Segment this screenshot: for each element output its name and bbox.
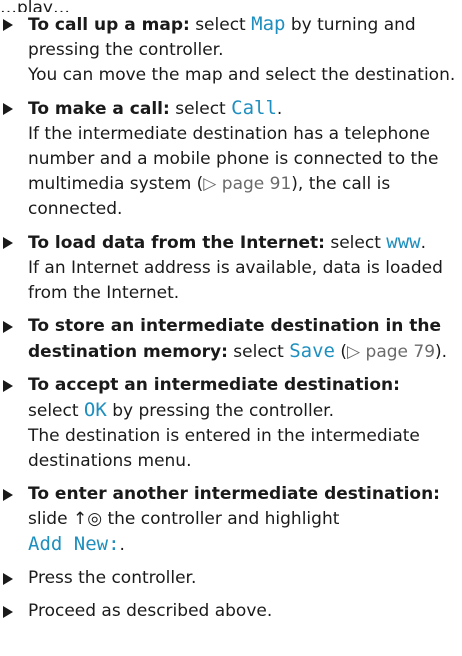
bullet-triangle-icon (3, 606, 13, 618)
list-item-accept-destination: To accept an intermediate destination: s… (0, 373, 462, 474)
instruction-heading: To make a call: (28, 99, 170, 119)
page-reference: ▷ page 91 (203, 174, 292, 194)
bullet-triangle-icon (3, 103, 13, 115)
item-description: The destination is entered in the interm… (28, 426, 420, 471)
bullet-triangle-icon (3, 489, 13, 501)
document-page: …play… To call up a map: select Map by t… (0, 0, 462, 632)
bullet-triangle-icon (3, 573, 13, 585)
item-description: You can move the map and select the dest… (28, 65, 456, 85)
cut-off-line: …play… (0, 0, 70, 12)
list-item-load-internet: To load data from the Internet: select w… (0, 230, 462, 306)
instruction-heading: To call up a map: (28, 15, 190, 35)
list-item-enter-another: To enter another intermediate destinatio… (0, 482, 462, 558)
list-item-store-destination: To store an intermediate destination in … (0, 314, 462, 365)
ui-option-ok: OK (83, 399, 107, 421)
bullet-triangle-icon (3, 19, 13, 31)
ui-option-map: Map (251, 13, 286, 35)
ui-option-www: www (386, 231, 421, 253)
instruction-heading: To accept an intermediate destination: (28, 375, 400, 395)
item-description: If an Internet address is available, dat… (28, 258, 443, 303)
list-item-proceed: Proceed as described above. (0, 599, 462, 624)
controller-slide-up-icon: ↑◎ (72, 509, 103, 529)
instruction-heading: To load data from the Internet: (28, 233, 325, 253)
item-text: Press the controller. (28, 568, 197, 588)
bullet-triangle-icon (3, 237, 13, 249)
ui-option-save: Save (289, 340, 335, 362)
bullet-triangle-icon (3, 380, 13, 392)
bullet-triangle-icon (3, 321, 13, 333)
list-item-make-call: To make a call: select Call. If the inte… (0, 96, 462, 222)
instruction-heading: To enter another intermediate destinatio… (28, 484, 440, 504)
ui-option-call: Call (231, 97, 277, 119)
item-text: Proceed as described above. (28, 601, 273, 621)
list-item-call-map: To call up a map: select Map by turning … (0, 12, 462, 88)
page-reference: ▷ page 79 (347, 342, 436, 362)
ui-option-add-new: Add New: (28, 533, 120, 555)
list-item-press-controller: Press the controller. (0, 566, 462, 591)
